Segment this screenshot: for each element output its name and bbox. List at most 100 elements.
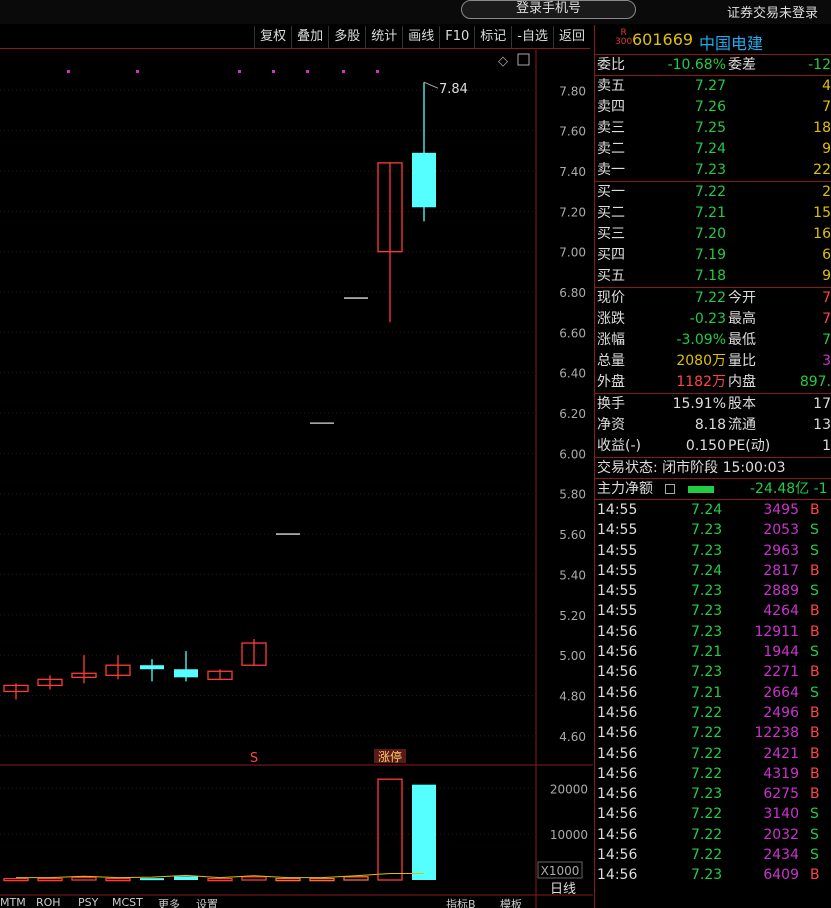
main-flow-row: 主力净额 -24.48亿 -1 [595, 479, 831, 500]
bid-row[interactable]: 买二 7.21 15 [595, 203, 831, 224]
candle-body [140, 665, 164, 670]
price-tick-label: 5.00 [559, 649, 586, 663]
bid-volume: 15 [813, 205, 831, 221]
stat-value: 13 [813, 417, 831, 433]
volume-bar [174, 876, 198, 880]
chart-toolbar: 复权 叠加 多股 统计 画线 F10 标记 -自选 返回 [0, 25, 590, 49]
stat-value: 7 [822, 332, 831, 348]
stat-value: -0.23 [689, 311, 726, 327]
stock-name[interactable]: 中国电建 [699, 30, 763, 54]
volume-bar [241, 876, 267, 881]
price-tick-label: 7.80 [559, 84, 586, 98]
ask-price: 7.23 [694, 162, 726, 178]
price-tick-label: 7.60 [559, 125, 586, 139]
stock-header: R 300 601669 中国电建 [595, 25, 831, 55]
stat-value: 7.22 [694, 290, 726, 306]
ask-row[interactable]: 卖四 7.26 7 [595, 97, 831, 118]
price-tick-label: 4.80 [559, 689, 586, 703]
tool-multi-stock-button[interactable]: 多股 [328, 25, 365, 48]
login-phone-button[interactable]: 登录手机号 [461, 0, 636, 19]
trade-login-status[interactable]: 证券交易未登录 [727, 2, 818, 21]
ask-volume: 7 [822, 99, 831, 115]
event-marker-dot [306, 70, 309, 73]
indicator-tab[interactable]: 更多 [158, 896, 180, 908]
price-tick-label: 5.60 [559, 528, 586, 542]
indicator-tab[interactable]: ROH [36, 896, 61, 908]
volume-bar [309, 877, 335, 882]
event-marker-dot [67, 70, 70, 73]
stat-value: 7 [822, 311, 831, 327]
volume-bar [275, 877, 301, 882]
stock-code[interactable]: 601669 [632, 30, 693, 49]
tool-draw-button[interactable]: 画线 [402, 25, 439, 48]
price-tick-label: 7.20 [559, 205, 586, 219]
stat-row: 换手 15.91% 股本 17 [595, 394, 831, 415]
indicator-tab[interactable]: 指标B [446, 896, 476, 908]
stat-value: 7 [822, 290, 831, 306]
ask-row[interactable]: 卖三 7.25 18 [595, 118, 831, 139]
tick-row: 14:55 7.24 2817 B [597, 562, 820, 579]
price-tick-label: 5.80 [559, 488, 586, 502]
kline-chart-area[interactable]: 7.80 7.60 7.40 7.20 7.00 6.80 6.60 6.40 6.20 6.00… [0, 50, 593, 908]
stat-row: 净资 8.18 流通 13 [595, 415, 831, 436]
volume-bar [412, 784, 436, 880]
bid-volume: 16 [813, 226, 831, 242]
tool-overlay-button[interactable]: 叠加 [291, 25, 328, 48]
indicator-tab[interactable]: MCST [112, 896, 143, 908]
price-tick-label: 5.20 [559, 609, 586, 623]
event-marker-dot [136, 70, 139, 73]
ask-row[interactable]: 卖二 7.24 9 [595, 139, 831, 160]
tick-row: 14:55 7.23 4264 B [597, 603, 820, 620]
price-tick-label: 4.60 [559, 730, 586, 744]
volume-bar [140, 878, 164, 881]
event-marker-dot [376, 70, 379, 73]
indicator-tab[interactable]: 模板 [500, 896, 522, 908]
bid-price: 7.18 [694, 268, 726, 284]
stat-value: -3.09% [676, 332, 726, 348]
stat-value: 3 [822, 353, 831, 369]
bid-row[interactable]: 买一 7.22 2 [595, 182, 831, 203]
quote-stats-secondary: 换手 15.91% 股本 17 净资 8.18 流通 13 收益(-) 0.150 PE(动) 1 [595, 394, 831, 458]
indicator-tabs: MTM ROH PSY MCST 更多 设置 指标B 模板 [0, 896, 593, 908]
tool-fuquan-button[interactable]: 复权 [254, 25, 291, 48]
stat-row: 现价 7.22 今开 7 [595, 288, 831, 309]
bid-row[interactable]: 买三 7.20 16 [595, 224, 831, 245]
ask-price: 7.27 [694, 78, 726, 94]
main-flow-value: -24.48亿 -1 [750, 481, 828, 497]
tool-f10-button[interactable]: F10 [439, 25, 474, 48]
stat-row: 涨跌 -0.23 最高 7 [595, 309, 831, 330]
ask-price: 7.25 [694, 120, 726, 136]
price-tick-label: 5.40 [559, 568, 586, 582]
list-icon[interactable] [665, 484, 675, 494]
price-tick-label: 7.00 [559, 246, 586, 260]
ask-row[interactable]: 卖五 7.27 4 [595, 76, 831, 97]
candle-body [174, 669, 198, 678]
ask-row[interactable]: 卖一 7.23 22 [595, 160, 831, 181]
tick-row: 14:56 7.23 2271 B [597, 664, 820, 681]
volume-unit-label: X1000 [541, 864, 580, 878]
tool-back-button[interactable]: 返回 [552, 25, 590, 48]
tool-stats-button[interactable]: 统计 [365, 25, 402, 48]
bid-volume: 2 [822, 184, 831, 200]
bid-row[interactable]: 买四 7.19 6 [595, 245, 831, 266]
quote-panel: R 300 601669 中国电建 委比 -10.68% 委差 -12 卖五 7.2… [594, 25, 831, 908]
tool-remove-watchlist-button[interactable]: -自选 [511, 25, 553, 48]
indicator-tab[interactable]: 设置 [196, 896, 218, 908]
stat-row: 总量 2080万 量比 3 [595, 351, 831, 372]
stat-value: 1 [822, 438, 831, 454]
event-marker-dot [342, 70, 345, 73]
indicator-tab[interactable]: MTM [0, 896, 26, 908]
period-label: 日线 [550, 882, 576, 897]
event-marker-dot [272, 70, 275, 73]
bid-row[interactable]: 买五 7.18 9 [595, 266, 831, 287]
ask-volume: 4 [822, 78, 831, 94]
tick-row: 14:56 7.21 2664 S [597, 684, 819, 701]
indicator-tab[interactable]: PSY [78, 896, 98, 908]
high-annotation-leader [423, 81, 439, 89]
tool-mark-button[interactable]: 标记 [474, 25, 511, 48]
tick-list[interactable]: 14:55 7.24 3495 B 14:55 7.23 2053 S 14:55 7.23 296… [595, 500, 831, 886]
tick-row: 14:56 7.22 12238 B [597, 725, 820, 742]
event-marker-dot [238, 70, 241, 73]
kline-chart-svg[interactable]: 7.80 7.60 7.40 7.20 7.00 6.80 6.60 6.40 6.20 6.00… [0, 50, 593, 908]
ask-volume: 22 [813, 162, 831, 178]
